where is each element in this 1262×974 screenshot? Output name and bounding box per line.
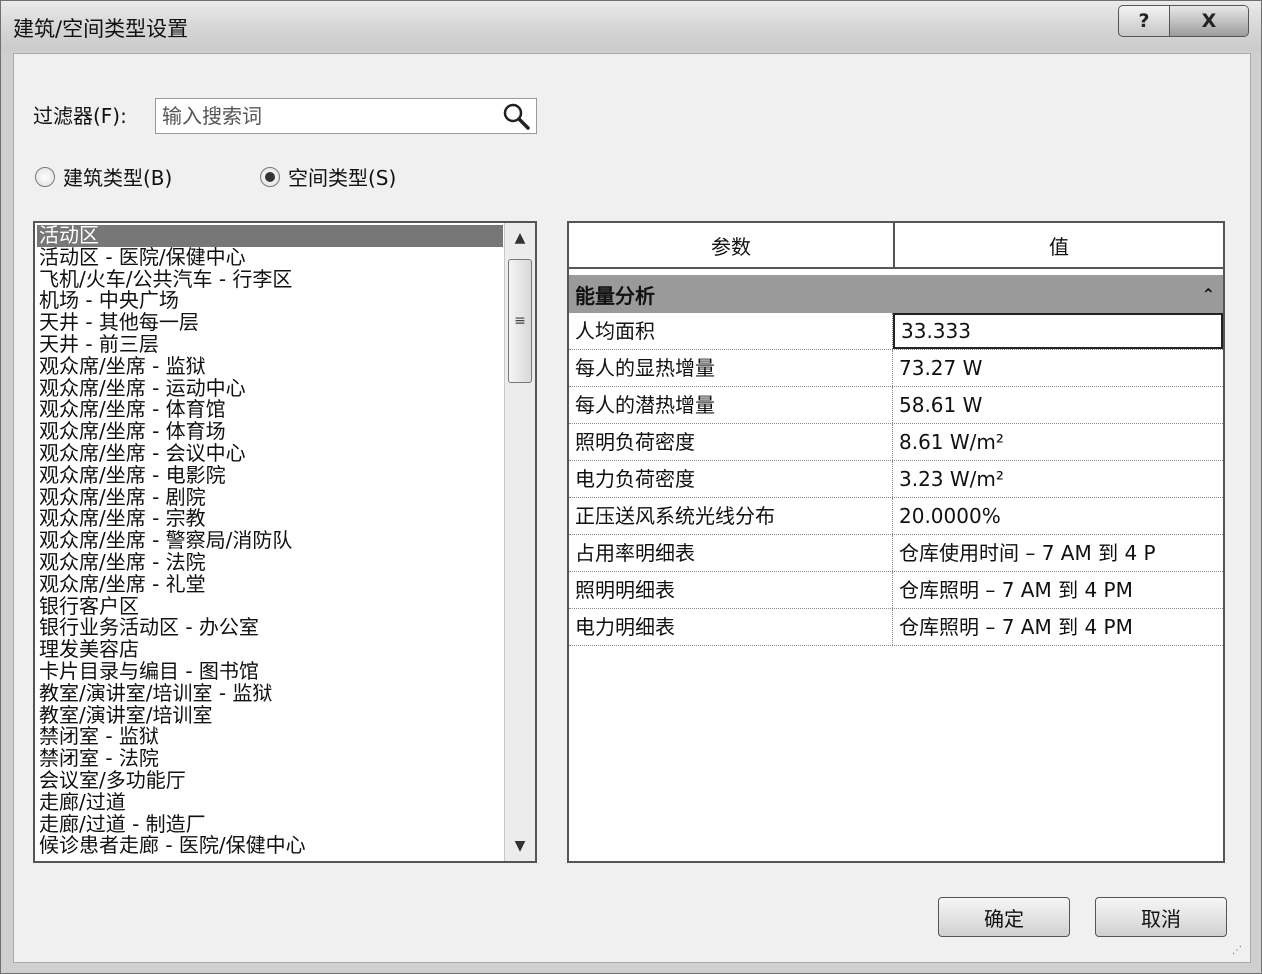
parameter-value[interactable]: 20.0000%	[893, 498, 1223, 534]
table-row[interactable]: 人均面积 33.333	[569, 313, 1223, 350]
help-button[interactable]: ?	[1119, 6, 1170, 36]
list-item[interactable]: 观众席/坐席 - 监狱	[37, 356, 503, 378]
radio-space-type-label: 空间类型(S)	[288, 166, 397, 190]
list-item[interactable]: 观众席/坐席 - 警察局/消防队	[37, 530, 503, 552]
scroll-up-arrow-icon[interactable]: ▲	[505, 223, 535, 253]
close-button[interactable]: X	[1170, 6, 1248, 36]
parameter-value[interactable]: 8.61 W/m²	[893, 424, 1223, 460]
list-item[interactable]: 禁闭室 - 监狱	[37, 726, 503, 748]
parameter-value[interactable]: 33.333	[893, 313, 1223, 349]
list-item[interactable]: 教室/演讲室/培训室 - 监狱	[37, 683, 503, 705]
parameter-name: 照明负荷密度	[569, 424, 893, 460]
parameter-name: 每人的显热增量	[569, 350, 893, 386]
list-item[interactable]: 观众席/坐席 - 法院	[37, 552, 503, 574]
list-item[interactable]: 候诊患者走廊 - 医院/保健中心	[37, 835, 503, 857]
group-title: 能量分析	[575, 283, 655, 308]
scroll-down-arrow-icon[interactable]: ▼	[505, 831, 535, 861]
list-item[interactable]: 观众席/坐席 - 宗教	[37, 508, 503, 530]
radio-space-type[interactable]: 空间类型(S)	[260, 162, 396, 191]
table-row[interactable]: 照明明细表 仓库照明 – 7 AM 到 4 PM	[569, 572, 1223, 609]
filter-search-box[interactable]	[155, 98, 537, 134]
filter-label: 过滤器(F):	[33, 104, 127, 128]
list-item[interactable]: 观众席/坐席 - 会议中心	[37, 443, 503, 465]
parameter-name: 每人的潜热增量	[569, 387, 893, 423]
list-item[interactable]: 观众席/坐席 - 体育场	[37, 421, 503, 443]
list-item[interactable]: 观众席/坐席 - 剧院	[37, 487, 503, 509]
parameter-table-header: 参数 值	[569, 223, 1223, 269]
parameter-table: 参数 值 能量分析 ⌃ 人均面积 33.333 每人的显热增量 73.27 W 每人的潜…	[567, 221, 1225, 863]
resize-grip-icon[interactable]: ⋰	[1232, 944, 1246, 958]
parameter-name: 正压送风系统光线分布	[569, 498, 893, 534]
ok-button[interactable]: 确定	[938, 897, 1070, 937]
parameter-value[interactable]: 3.23 W/m²	[893, 461, 1223, 497]
parameter-name: 照明明细表	[569, 572, 893, 608]
parameter-name: 电力负荷密度	[569, 461, 893, 497]
list-item[interactable]: 走廊/过道 - 制造厂	[37, 814, 503, 836]
group-energy-analysis[interactable]: 能量分析 ⌃	[569, 275, 1223, 313]
radio-building-type[interactable]: 建筑类型(B)	[35, 162, 172, 191]
table-row[interactable]: 每人的潜热增量 58.61 W	[569, 387, 1223, 424]
title-bar-buttons: ? X	[1118, 5, 1249, 37]
radio-building-type-label: 建筑类型(B)	[63, 166, 173, 190]
dialog-body: 过滤器(F): 建筑类型(B) 空间类型(S) 活动区活动区 - 医院/保健中心…	[13, 53, 1251, 963]
table-row[interactable]: 每人的显热增量 73.27 W	[569, 350, 1223, 387]
list-item[interactable]: 观众席/坐席 - 电影院	[37, 465, 503, 487]
table-row[interactable]: 正压送风系统光线分布 20.0000%	[569, 498, 1223, 535]
parameter-value[interactable]: 58.61 W	[893, 387, 1223, 423]
list-item[interactable]: 天井 - 其他每一层	[37, 312, 503, 334]
dialog-title: 建筑/空间类型设置	[13, 17, 189, 41]
list-item[interactable]: 观众席/坐席 - 体育馆	[37, 399, 503, 421]
radio-building-type-circle[interactable]	[35, 166, 55, 187]
list-item[interactable]: 活动区 - 医院/保健中心	[37, 247, 503, 269]
list-item[interactable]: 银行客户区	[37, 596, 503, 618]
radio-space-type-circle[interactable]	[260, 166, 280, 187]
list-item[interactable]: 走廊/过道	[37, 792, 503, 814]
list-item[interactable]: 观众席/坐席 - 礼堂	[37, 574, 503, 596]
parameter-value[interactable]: 仓库使用时间 – 7 AM 到 4 P	[893, 535, 1223, 571]
list-scrollbar[interactable]: ▲ ≡ ▼	[504, 223, 535, 861]
column-header-parameter[interactable]: 参数	[569, 223, 895, 269]
parameter-name: 占用率明细表	[569, 535, 893, 571]
list-item[interactable]: 银行业务活动区 - 办公室	[37, 617, 503, 639]
list-item[interactable]: 理发美容店	[37, 639, 503, 661]
list-item[interactable]: 卡片目录与编目 - 图书馆	[37, 661, 503, 683]
list-item[interactable]: 机场 - 中央广场	[37, 290, 503, 312]
list-item[interactable]: 教室/演讲室/培训室	[37, 705, 503, 727]
list-item[interactable]: 活动区	[37, 225, 503, 247]
list-item[interactable]: 天井 - 前三层	[37, 334, 503, 356]
list-item[interactable]: 会议室/多功能厅	[37, 770, 503, 792]
scroll-thumb[interactable]: ≡	[508, 259, 532, 383]
list-item[interactable]: 观众席/坐席 - 运动中心	[37, 378, 503, 400]
list-item[interactable]: 飞机/火车/公共汽车 - 行李区	[37, 269, 503, 291]
double-chevron-up-icon[interactable]: ⌃	[1202, 285, 1215, 304]
parameter-value[interactable]: 仓库照明 – 7 AM 到 4 PM	[893, 572, 1223, 608]
parameter-name: 电力明细表	[569, 609, 893, 645]
filter-input[interactable]	[156, 99, 508, 133]
table-row[interactable]: 照明负荷密度 8.61 W/m²	[569, 424, 1223, 461]
parameter-value[interactable]: 73.27 W	[893, 350, 1223, 386]
search-icon[interactable]	[502, 102, 530, 130]
parameter-rows: 人均面积 33.333 每人的显热增量 73.27 W 每人的潜热增量 58.61 W 照明…	[569, 313, 1223, 646]
title-bar[interactable]: 建筑/空间类型设置 ? X	[1, 1, 1261, 51]
table-row[interactable]: 占用率明细表 仓库使用时间 – 7 AM 到 4 P	[569, 535, 1223, 572]
column-header-value[interactable]: 值	[895, 223, 1223, 269]
table-row[interactable]: 电力负荷密度 3.23 W/m²	[569, 461, 1223, 498]
parameter-name: 人均面积	[569, 313, 893, 349]
space-type-list[interactable]: 活动区 活动区 - 医院/保健中心 飞机/火车/公共汽车 - 行李区 机场 - 中央广…	[33, 221, 537, 863]
parameter-value[interactable]: 仓库照明 – 7 AM 到 4 PM	[893, 609, 1223, 645]
cancel-button[interactable]: 取消	[1095, 897, 1227, 937]
space-type-list-items: 活动区 活动区 - 医院/保健中心 飞机/火车/公共汽车 - 行李区 机场 - 中央广…	[37, 225, 503, 857]
table-row[interactable]: 电力明细表 仓库照明 – 7 AM 到 4 PM	[569, 609, 1223, 646]
dialog-window: 建筑/空间类型设置 ? X 过滤器(F): 建筑类型(B) 空间类型(S) 活动…	[0, 0, 1262, 974]
list-item[interactable]: 禁闭室 - 法院	[37, 748, 503, 770]
